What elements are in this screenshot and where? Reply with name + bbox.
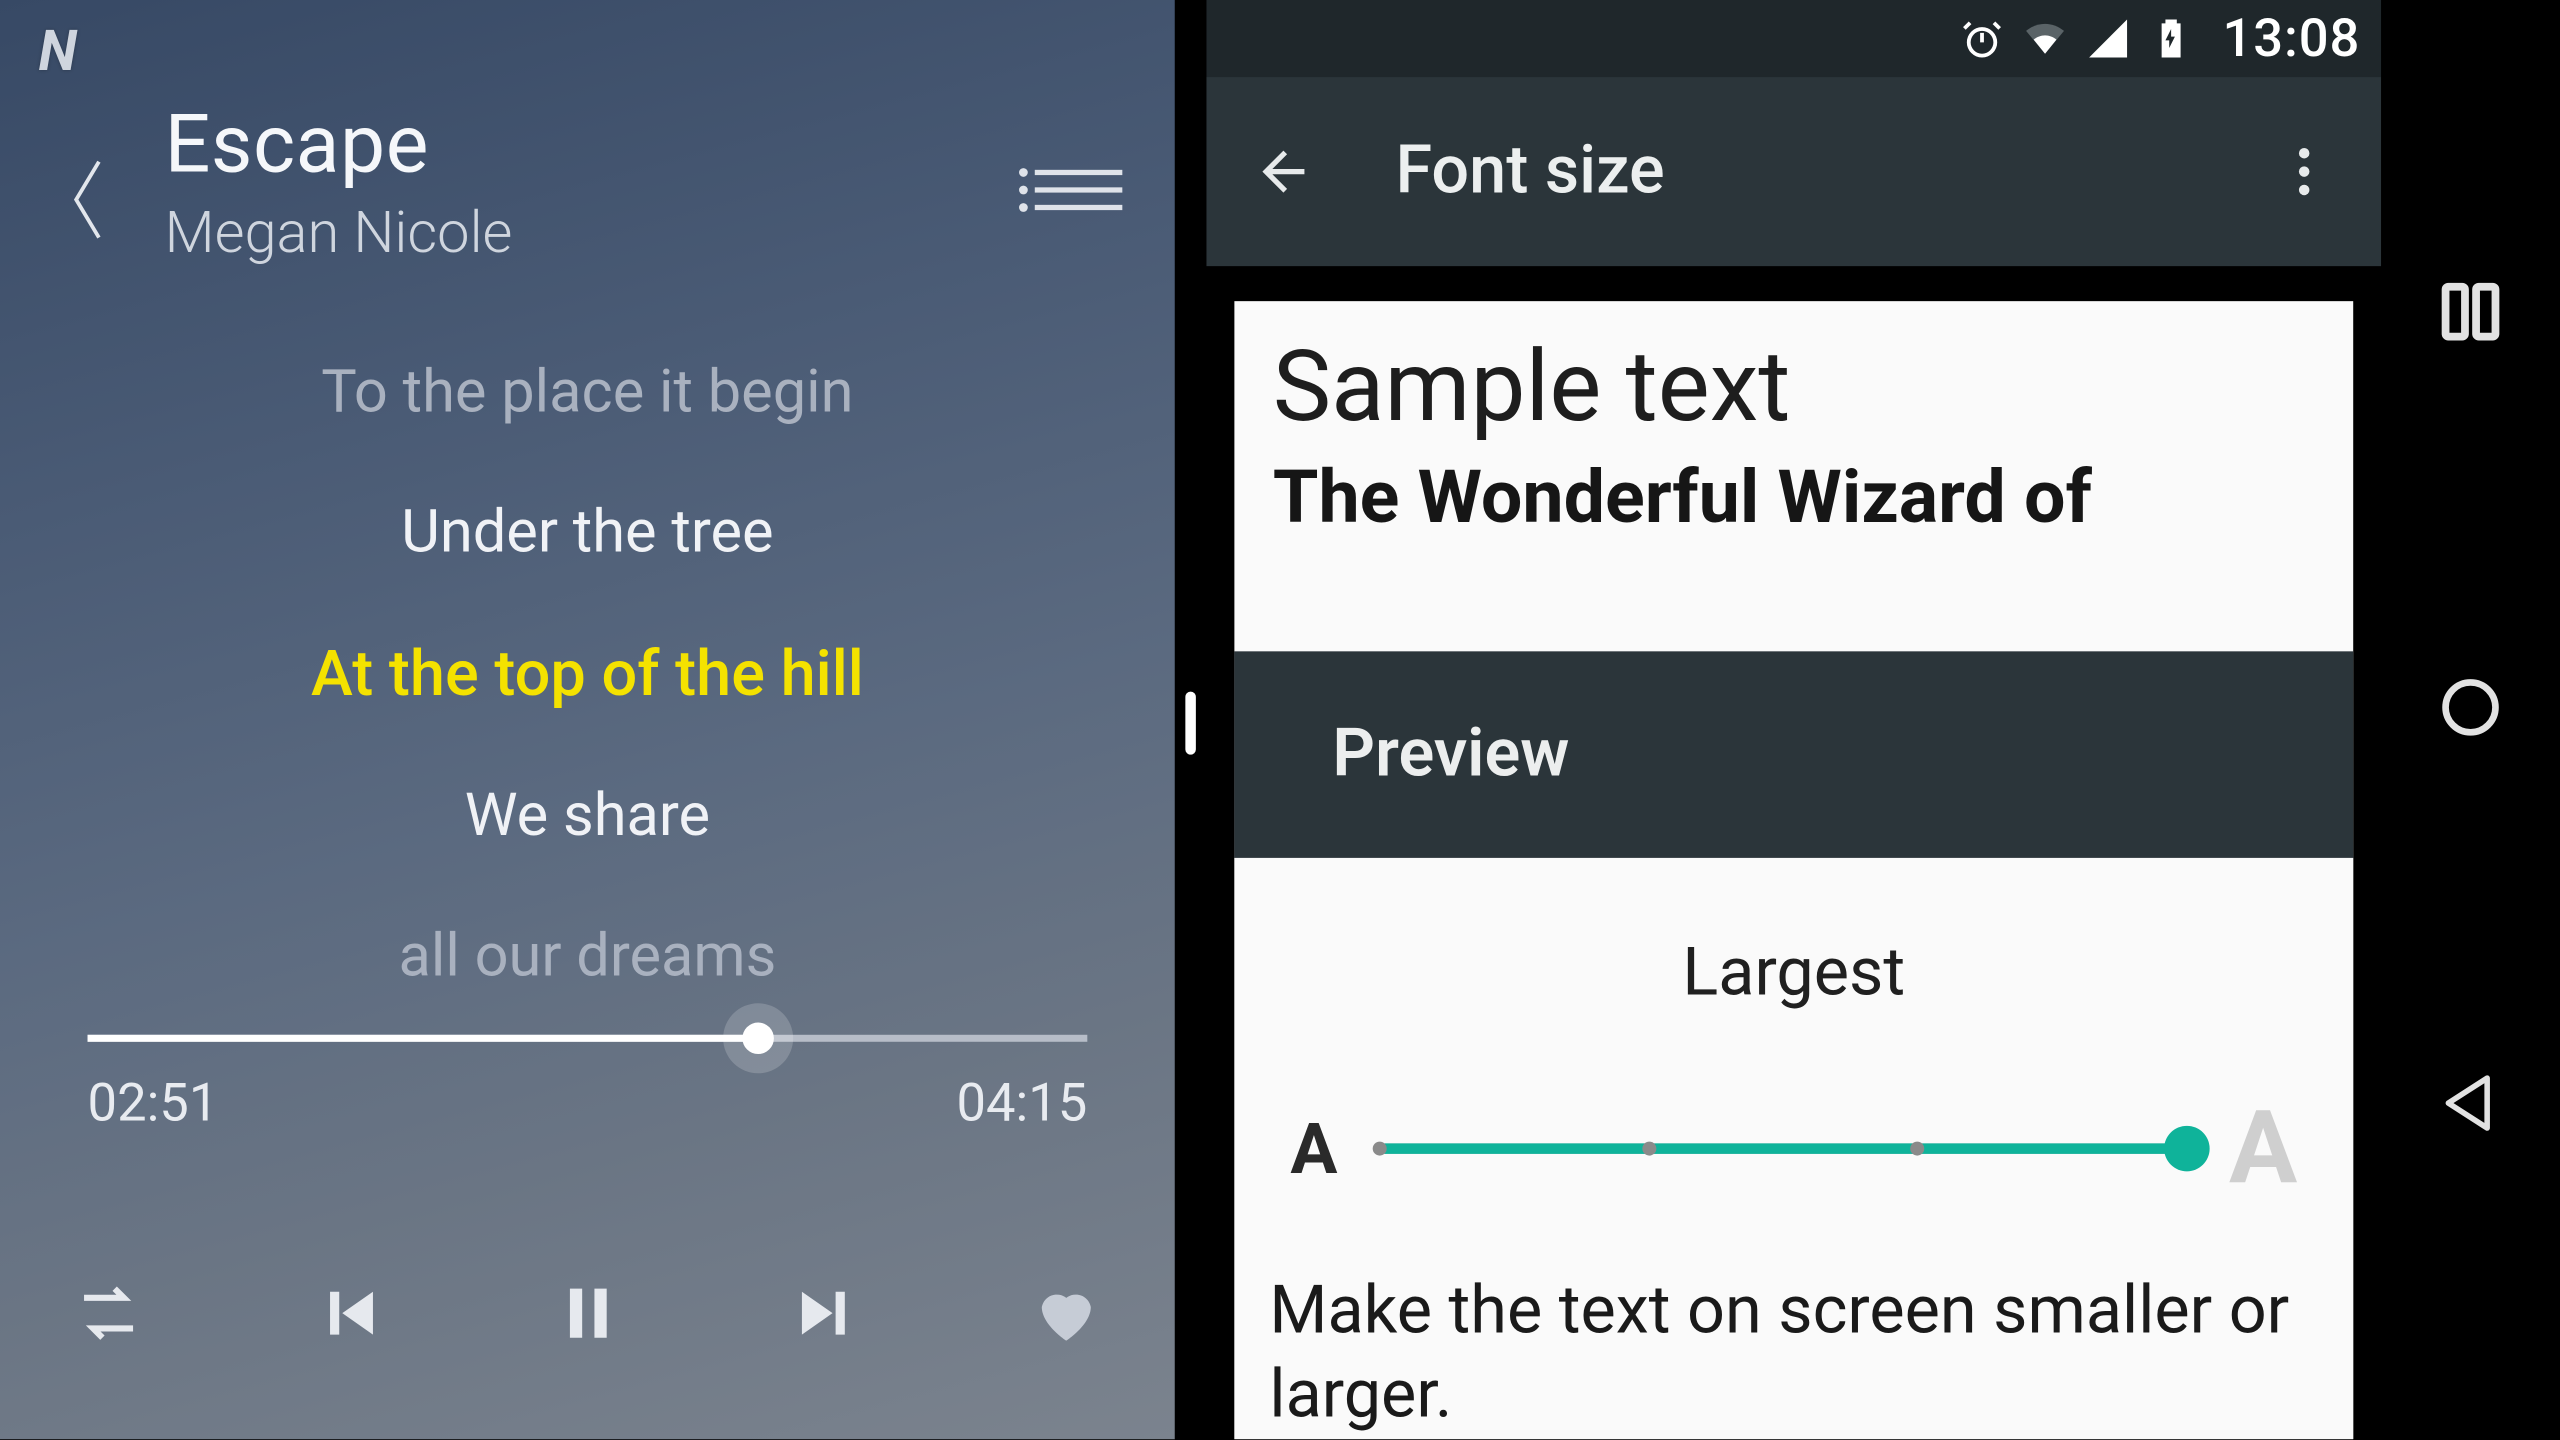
split-screen-recent-icon — [2437, 278, 2504, 345]
status-bar: 13:08 — [1206, 0, 2381, 77]
arrow-back-icon — [1252, 140, 1315, 203]
android-n-badge: N — [39, 18, 77, 85]
total-time: 04:15 — [956, 1073, 1087, 1134]
split-screen-divider[interactable] — [1175, 0, 1207, 1439]
queue-list-button[interactable] — [1035, 158, 1123, 221]
sample-text-card: Sample text The Wonderful Wizard of — [1234, 301, 2353, 556]
slider-tick — [1372, 1142, 1386, 1156]
next-button[interactable] — [778, 1264, 876, 1362]
home-circle-icon — [2437, 674, 2504, 741]
lyric-line: To the place it begin — [321, 357, 853, 427]
screen-title: Font size — [1395, 133, 2241, 210]
overflow-menu-button[interactable] — [2241, 109, 2367, 235]
song-artist: Megan Nicole — [165, 200, 930, 268]
lyric-line: all our dreams — [398, 921, 776, 991]
font-size-value-label: Largest — [1269, 935, 2318, 1012]
font-size-control-panel: Largest A A Make the text on screen smal… — [1234, 858, 2353, 1439]
small-a-indicator: A — [1290, 1107, 1337, 1189]
lyric-line: Under the tree — [401, 497, 773, 567]
previous-button[interactable] — [299, 1264, 397, 1362]
battery-charging-icon — [2149, 16, 2195, 62]
font-size-slider-row: A A — [1269, 1089, 2318, 1208]
skip-next-icon — [790, 1276, 864, 1350]
elapsed-time: 02:51 — [88, 1073, 219, 1134]
sample-text-subtitle: The Wonderful Wizard of — [1273, 455, 2315, 542]
settings-pane: 13:08 Font size Sample text The Wonderfu… — [1206, 0, 2381, 1439]
skip-previous-icon — [311, 1276, 385, 1350]
playback-progress: 02:51 04:15 — [88, 1035, 1088, 1135]
cellular-signal-icon — [2086, 16, 2132, 62]
list-icon — [1035, 170, 1123, 175]
navigate-up-button[interactable] — [1220, 109, 1346, 235]
back-nav-button[interactable] — [2421, 1054, 2519, 1152]
lyric-line: We share — [465, 781, 710, 851]
back-button[interactable] — [49, 137, 126, 263]
font-size-slider[interactable] — [1379, 1143, 2186, 1154]
preview-header: Preview — [1234, 651, 2353, 858]
more-vert-icon — [2273, 140, 2336, 203]
divider-handle-icon — [1185, 692, 1196, 755]
recent-apps-button[interactable] — [2421, 263, 2519, 361]
sample-text-heading: Sample text — [1273, 329, 2315, 445]
repeat-button[interactable] — [60, 1264, 158, 1362]
slider-tick — [1642, 1142, 1656, 1156]
wifi-icon — [2023, 16, 2069, 62]
playback-controls — [60, 1264, 1116, 1362]
app-bar: Font size — [1206, 77, 2381, 266]
favorite-button[interactable] — [1017, 1264, 1115, 1362]
lyrics-view[interactable]: To the place it begin Under the tree At th… — [0, 350, 1175, 1026]
lyric-line: At the top of the hill — [311, 637, 864, 711]
large-a-indicator: A — [2229, 1089, 2297, 1208]
home-button[interactable] — [2421, 658, 2519, 756]
android-nav-bar — [2381, 0, 2560, 1439]
status-bar-clock: 13:08 — [2223, 8, 2361, 69]
slider-knob[interactable] — [2164, 1126, 2210, 1172]
song-title: Escape — [165, 98, 930, 193]
nav-back-icon — [2437, 1070, 2504, 1137]
slider-tick — [1911, 1142, 1925, 1156]
heart-icon — [1030, 1276, 1104, 1350]
content-area: Sample text The Wonderful Wizard of Prev… — [1234, 301, 2353, 1439]
preview-label: Preview — [1332, 716, 1569, 793]
alarm-icon — [1960, 16, 2006, 62]
seek-bar[interactable] — [88, 1035, 1088, 1042]
font-size-description: Make the text on screen smaller or large… — [1269, 1271, 2318, 1437]
chevron-left-icon — [65, 154, 111, 245]
now-playing-title-block: Escape Megan Nicole — [165, 98, 930, 268]
pause-icon — [551, 1276, 625, 1350]
play-pause-button[interactable] — [538, 1264, 636, 1362]
music-player-pane: N Escape Megan Nicole To the place it be… — [0, 0, 1175, 1439]
repeat-icon — [72, 1276, 146, 1350]
